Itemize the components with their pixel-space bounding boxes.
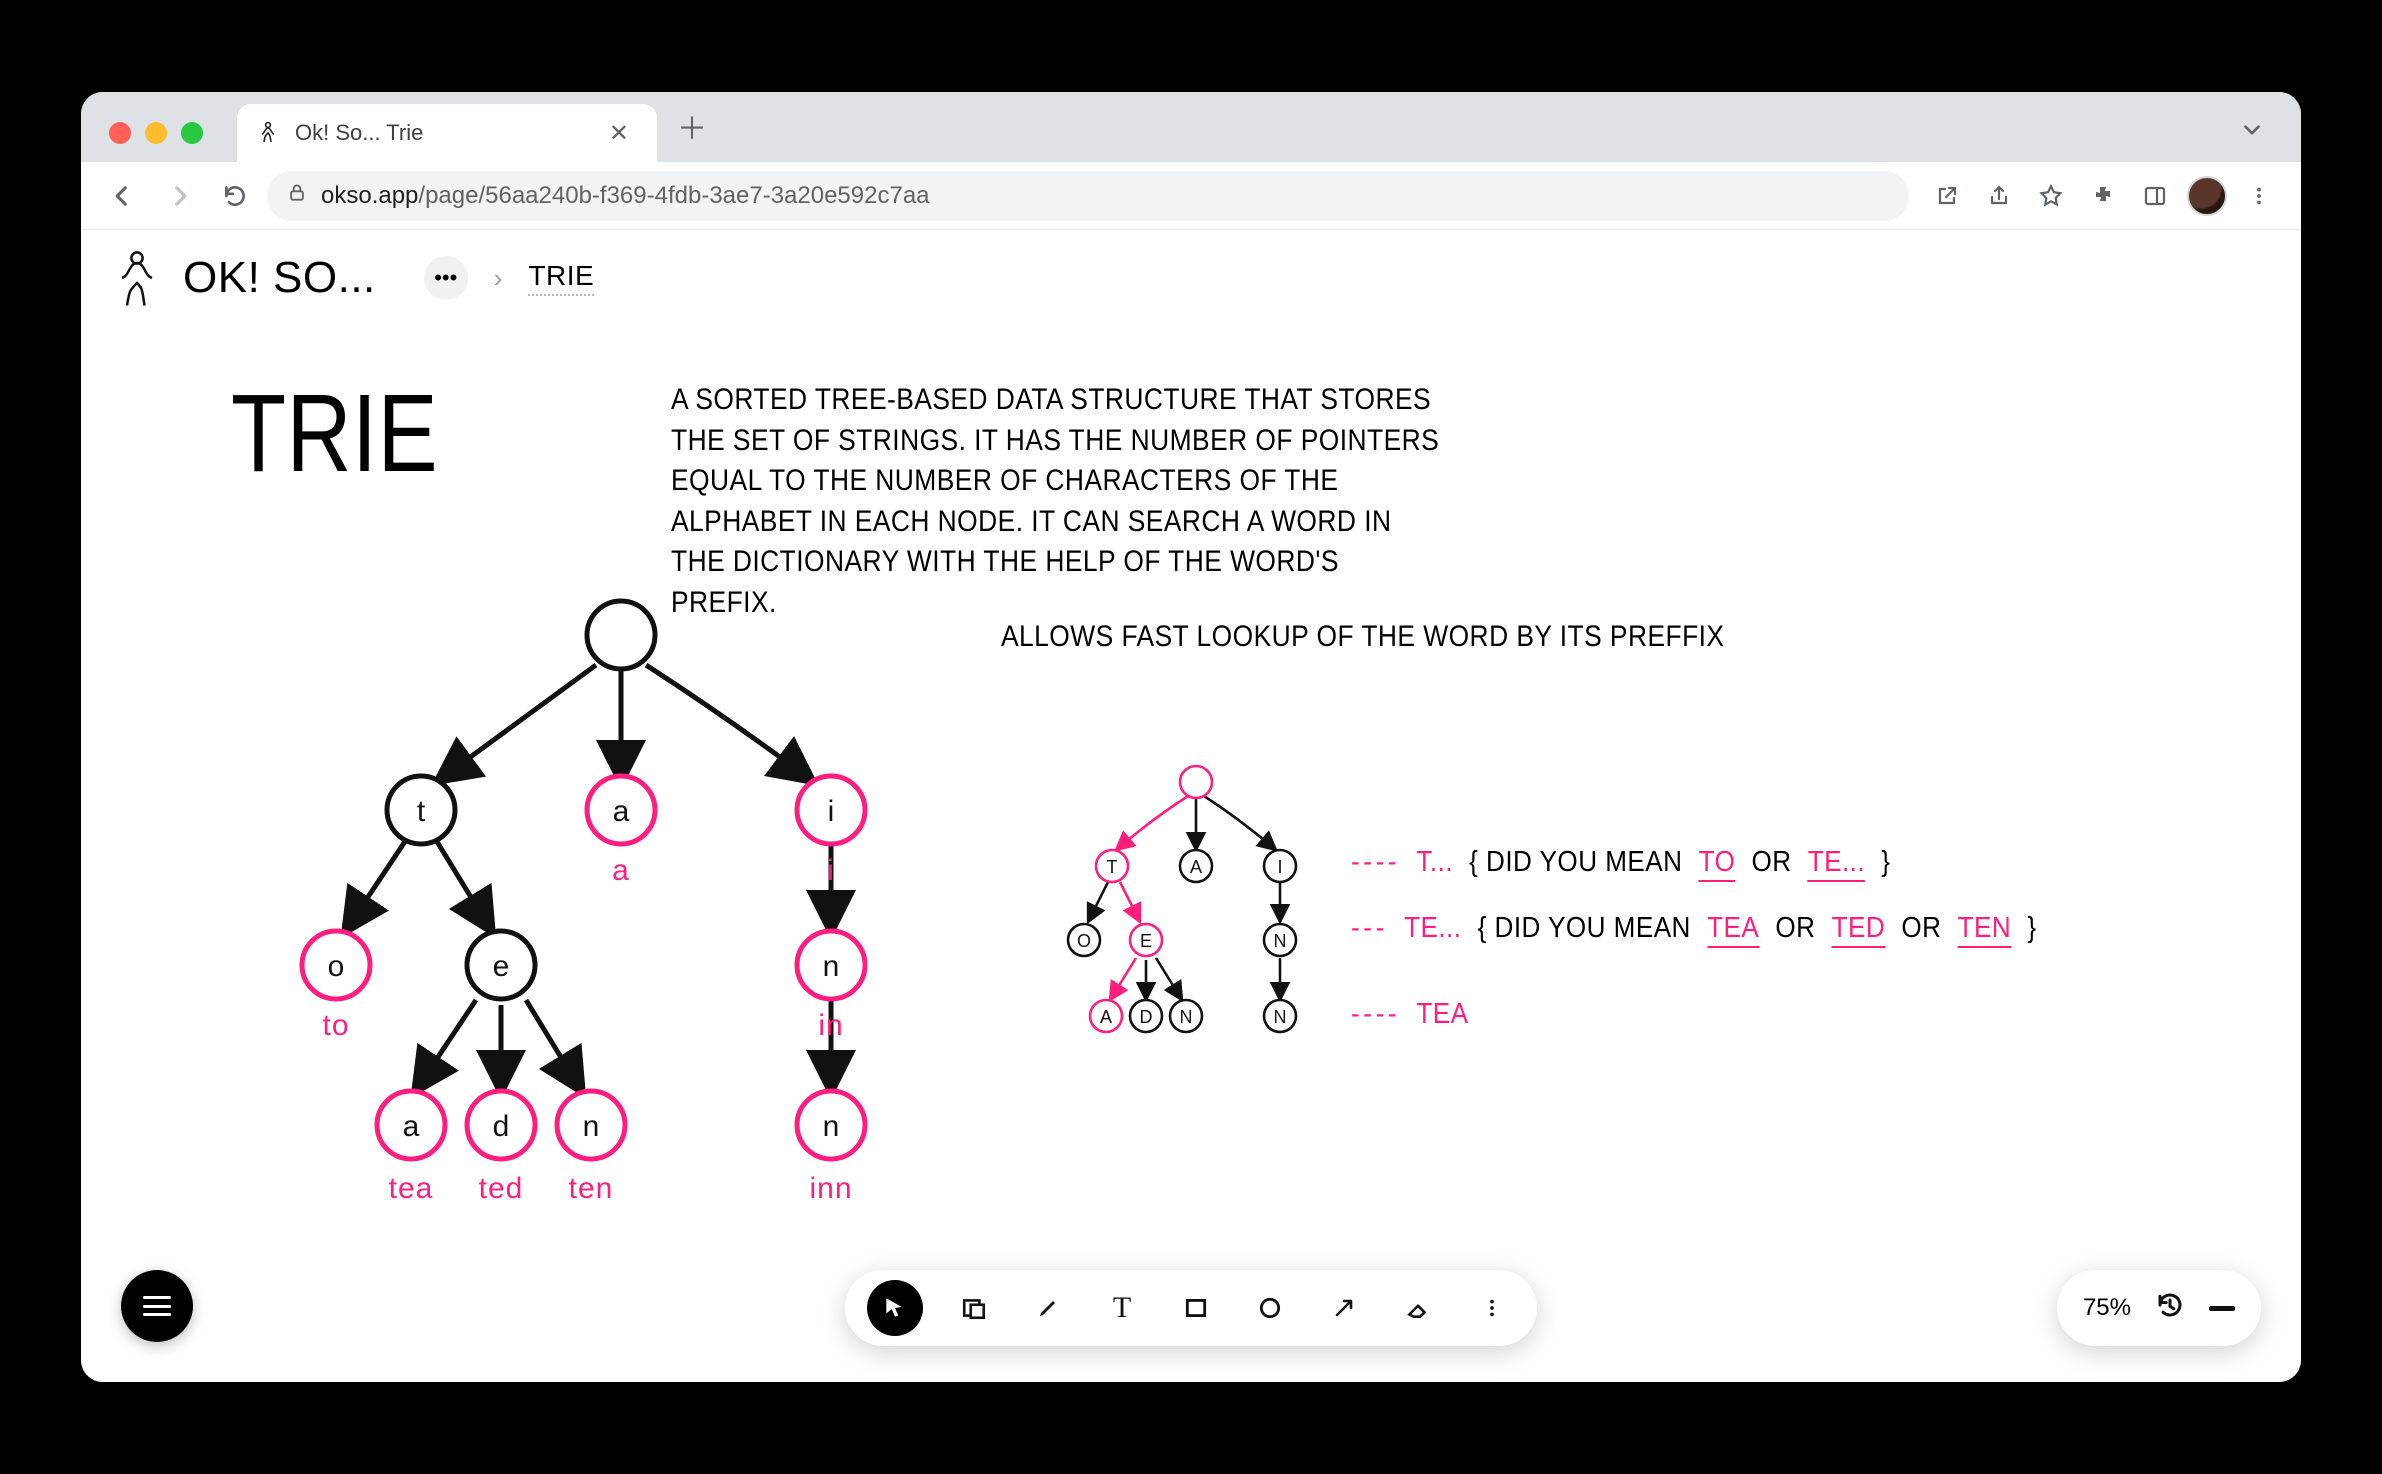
share-icon[interactable] [1975,172,2023,220]
frame-tool[interactable] [951,1285,997,1331]
app-logo-icon [109,250,165,306]
svg-text:n: n [823,1110,840,1143]
svg-text:tea: tea [389,1172,434,1205]
svg-text:e: e [1140,931,1152,951]
bookmark-star-icon[interactable] [2027,172,2075,220]
svg-text:d: d [493,1110,510,1143]
svg-text:t: t [417,795,426,828]
browser-menu-button[interactable] [2235,172,2283,220]
svg-text:d: d [1140,1007,1153,1027]
svg-text:a: a [1100,1007,1112,1027]
lookup-trie-diagram: t a i o e n a d n n [1036,760,1356,1065]
svg-text:to: to [322,1009,349,1042]
dash-icon: --- [1351,912,1388,945]
canvas[interactable]: Trie a sorted tree-based data structure … [81,330,2301,1382]
lookup-step-3: ---- TEA [1351,998,1468,1031]
url-path: /page/56aa240b-f369-4fdb-3ae7-3a20e592c7… [418,182,929,209]
pencil-tool[interactable] [1025,1285,1071,1331]
svg-text:i: i [828,795,835,828]
tabs-overflow-button[interactable] [2221,117,2283,162]
browser-window: Ok! So... Trie ✕ ＋ okso.app/page/56aa240… [81,92,2301,1382]
app-name: Ok! So... [183,253,376,303]
breadcrumb-menu-button[interactable]: ••• [424,256,468,300]
svg-text:e: e [493,950,510,983]
circle-tool[interactable] [1247,1285,1293,1331]
menu-icon [143,1296,171,1316]
svg-text:i: i [827,854,835,887]
svg-text:ted: ted [479,1172,524,1205]
pointer-tool[interactable] [867,1280,923,1336]
breadcrumb-current: Trie [528,260,594,296]
dash-icon: ---- [1351,998,1400,1031]
page-description: a sorted tree-based data structure that … [671,380,1445,623]
sidepanel-icon[interactable] [2131,172,2179,220]
drawing-toolbar: T [845,1270,1537,1346]
profile-avatar[interactable] [2183,172,2231,220]
menu-fab-button[interactable] [121,1270,193,1342]
zoom-level[interactable]: 75% [2083,1294,2131,1322]
forward-button[interactable] [155,172,203,220]
history-icon[interactable] [2155,1290,2185,1327]
tab-title: Ok! So... Trie [295,120,587,146]
dash-icon: ---- [1351,846,1400,879]
toolbar-actions [1917,172,2283,220]
tabstrip: Ok! So... Trie ✕ ＋ [81,92,2301,162]
svg-text:a: a [612,854,630,887]
main-trie-diagram: t a i o e n a d n n a i [191,590,951,1315]
svg-text:n: n [1274,1007,1287,1027]
extensions-icon[interactable] [2079,172,2127,220]
address-bar[interactable]: okso.app/page/56aa240b-f369-4fdb-3ae7-3a… [267,171,1909,221]
lookup-step-2: --- TE... { did you mean tea or ted or t… [1351,912,2037,948]
tab-favicon [255,120,281,146]
breadcrumb-separator-icon: › [486,263,511,294]
rect-tool[interactable] [1173,1285,1219,1331]
app-viewport: Ok! So... ••• › Trie Trie a sorted tree-… [81,230,2301,1382]
back-button[interactable] [99,172,147,220]
zoom-out-button[interactable] [2209,1306,2235,1311]
svg-text:in: in [818,1009,843,1042]
url-host: okso.app [321,182,418,209]
eraser-tool[interactable] [1395,1285,1441,1331]
text-tool[interactable]: T [1099,1285,1145,1331]
svg-text:ten: ten [569,1172,614,1205]
page-subtitle: Allows fast lookup of the word by its pr… [1001,620,1724,654]
minimize-window-button[interactable] [145,122,167,144]
svg-text:o: o [1077,931,1091,951]
maximize-window-button[interactable] [181,122,203,144]
svg-text:n: n [583,1110,600,1143]
lock-icon [287,182,307,210]
url-text: okso.app/page/56aa240b-f369-4fdb-3ae7-3a… [321,182,930,210]
page-title: Trie [231,370,438,497]
svg-text:n: n [1274,931,1287,951]
svg-text:a: a [1190,857,1202,877]
arrow-tool[interactable] [1321,1285,1367,1331]
svg-text:inn: inn [809,1172,852,1205]
close-tab-button[interactable]: ✕ [601,115,637,152]
svg-text:n: n [823,950,840,983]
open-external-icon[interactable] [1923,172,1971,220]
window-controls [99,122,217,162]
zoom-bar: 75% [2057,1270,2261,1346]
svg-text:n: n [1180,1007,1193,1027]
svg-text:i: i [1277,857,1282,877]
toolbar-row: okso.app/page/56aa240b-f369-4fdb-3ae7-3a… [81,162,2301,230]
lookup-step-1: ---- T... { did you mean to or te... } [1351,846,1890,882]
close-window-button[interactable] [109,122,131,144]
svg-text:a: a [613,795,630,828]
browser-tab[interactable]: Ok! So... Trie ✕ [237,104,657,162]
svg-text:t: t [1107,857,1118,877]
new-tab-button[interactable]: ＋ [657,104,727,162]
reload-button[interactable] [211,172,259,220]
svg-text:o: o [328,950,345,983]
app-header: Ok! So... ••• › Trie [81,230,2301,316]
svg-text:a: a [403,1110,420,1143]
more-tools-button[interactable] [1469,1285,1515,1331]
